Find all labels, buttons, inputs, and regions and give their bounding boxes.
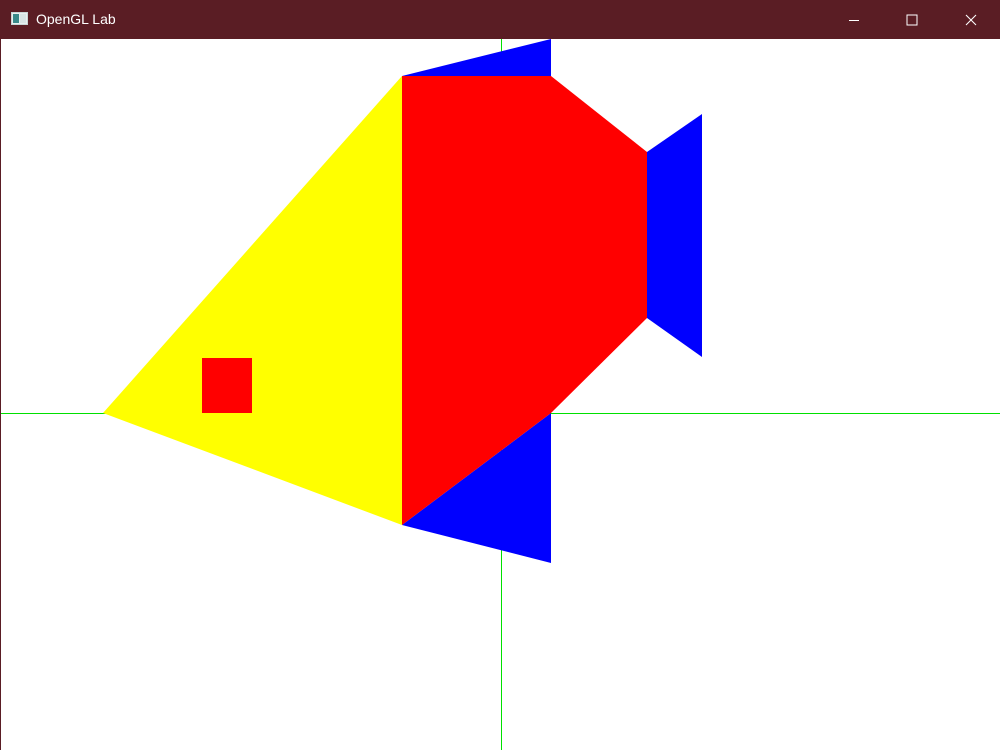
maximize-button[interactable] bbox=[883, 0, 941, 39]
app-icon bbox=[11, 12, 28, 25]
fish-head-shape bbox=[103, 76, 402, 525]
tail-fin-shape bbox=[647, 114, 702, 357]
close-icon bbox=[965, 14, 977, 25]
fish-eye-shape bbox=[202, 358, 252, 413]
title-bar[interactable]: OpenGL Lab bbox=[0, 0, 1000, 39]
window-title: OpenGL Lab bbox=[36, 11, 116, 27]
scene-svg bbox=[1, 39, 1000, 750]
maximize-icon bbox=[906, 14, 918, 25]
opengl-canvas[interactable] bbox=[0, 39, 1000, 750]
minimize-button[interactable] bbox=[825, 0, 883, 39]
minimize-icon bbox=[849, 19, 859, 21]
top-fin-shape bbox=[402, 39, 551, 76]
app-window: OpenGL Lab bbox=[0, 0, 1000, 750]
close-button[interactable] bbox=[942, 0, 1000, 39]
